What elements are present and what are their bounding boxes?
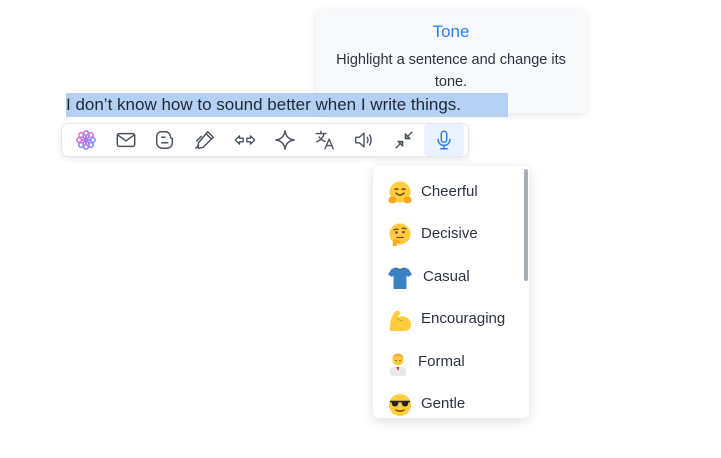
tone-option-label: Decisive bbox=[421, 225, 478, 242]
flexed-biceps-icon bbox=[387, 307, 413, 333]
blog-button[interactable] bbox=[146, 124, 186, 156]
tone-option-decisive[interactable]: Decisive bbox=[373, 213, 523, 255]
expand-shorten-button[interactable] bbox=[225, 124, 265, 156]
tone-option-gentle[interactable]: Gentle bbox=[373, 383, 523, 418]
blog-icon bbox=[156, 131, 174, 149]
speaker-icon bbox=[355, 132, 373, 148]
selected-sentence[interactable]: I don’t know how to sound better when I … bbox=[66, 93, 508, 117]
email-button[interactable] bbox=[106, 124, 146, 156]
tone-option-label: Casual bbox=[423, 268, 470, 285]
tone-button[interactable] bbox=[424, 124, 464, 156]
translate-icon bbox=[315, 130, 334, 150]
office-worker-icon bbox=[385, 350, 411, 376]
sunglasses-face-icon bbox=[387, 392, 413, 418]
tooltip-description: Highlight a sentence and change its tone… bbox=[336, 52, 566, 90]
tone-option-label: Encouraging bbox=[421, 310, 506, 327]
arrows-left-right-icon bbox=[234, 135, 256, 145]
rewrite-button[interactable] bbox=[185, 124, 225, 156]
microphone-icon bbox=[437, 130, 451, 150]
tone-option-formal[interactable]: Formal bbox=[373, 341, 523, 383]
translate-button[interactable] bbox=[305, 124, 345, 156]
improve-button[interactable] bbox=[265, 124, 305, 156]
tone-option-label: Formal bbox=[418, 353, 465, 370]
shrink-arrows-icon bbox=[395, 131, 414, 149]
flower-logo-icon bbox=[75, 130, 96, 150]
tone-option-encouraging[interactable]: Encouraging bbox=[373, 298, 523, 340]
hugging-face-icon bbox=[387, 180, 413, 206]
flower-logo-button[interactable] bbox=[66, 124, 106, 156]
shorten-button[interactable] bbox=[384, 124, 424, 156]
thinking-face-icon bbox=[387, 222, 413, 248]
tone-option-casual[interactable]: Casual bbox=[373, 256, 523, 298]
tone-dropdown-scrollbar[interactable] bbox=[524, 169, 528, 281]
sparkle-icon bbox=[274, 130, 295, 150]
tone-option-cheerful[interactable]: Cheerful bbox=[373, 171, 523, 213]
tshirt-icon bbox=[387, 265, 413, 291]
read-aloud-button[interactable] bbox=[345, 124, 385, 156]
pen-icon bbox=[195, 131, 215, 149]
tone-dropdown: Cheerful Decisive Casual Encouraging For… bbox=[373, 166, 529, 418]
mail-icon bbox=[116, 132, 136, 148]
tone-option-label: Cheerful bbox=[421, 183, 478, 200]
ai-toolbar bbox=[61, 123, 469, 157]
tooltip-title: Tone bbox=[432, 22, 470, 41]
tone-option-label: Gentle bbox=[421, 395, 466, 412]
editor-canvas: Tone Highlight a sentence and change its… bbox=[0, 0, 721, 458]
